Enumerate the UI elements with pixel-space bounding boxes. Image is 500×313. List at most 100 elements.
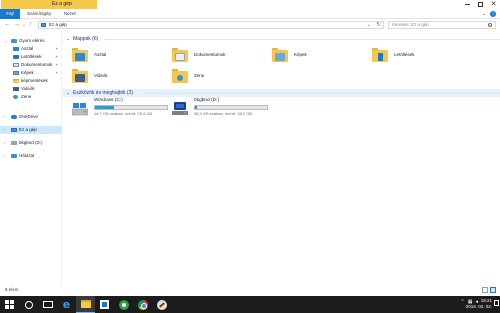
folder-desktop[interactable]: Asztal [68,46,164,66]
folder-documents[interactable]: Dokumentumok [168,46,264,66]
sidebar-item-music[interactable]: Zene [0,93,62,101]
chevron-down-icon[interactable]: ⌄ [4,37,7,45]
clock[interactable]: 19:21 2016. 02. 02. [466,298,492,310]
edge-browser-icon: e [62,298,71,311]
chevron-right-icon[interactable]: › [4,126,5,134]
address-dropdown-icon[interactable]: ⌄ [367,22,371,28]
sidebar-item-documents[interactable]: Dokumentumok ✦ [0,61,62,69]
taskbar-edge[interactable]: e [57,296,76,313]
chevron-down-icon[interactable]: ⌄ [66,35,70,43]
folder-music[interactable]: Zene [168,67,264,87]
help-icon[interactable]: ? [490,11,496,17]
forward-arrow-icon[interactable]: → [13,21,20,29]
back-arrow-icon[interactable]: ← [4,21,11,29]
drive-space-info: 18,7 GB szabad, méret: 25,4 GB [94,111,153,116]
drive-name: bkgbnd (D:) [194,98,220,103]
drive-usage-fill [195,106,198,109]
windows-logo-icon [5,300,14,309]
devices-group-header[interactable]: ⌄ Eszközök és meghajtók (2) [62,89,500,97]
search-input[interactable]: Keresés: Ez a gép [388,21,496,29]
address-bar[interactable]: Ez a gép ⌄ ↻ [38,21,384,29]
folder-videos[interactable]: Videók [68,67,164,87]
folder-label: Videók [94,73,108,78]
task-view-button[interactable] [38,296,57,313]
desktop-screen: Ez a gép ✕ Fájl Számítógép Nézet ⌄ ? ← →… [0,0,500,313]
chevron-down-icon[interactable]: ⌄ [66,89,70,97]
tab-view[interactable]: Nézet [64,9,76,19]
chevron-right-icon[interactable]: › [4,152,5,160]
chevron-right-icon[interactable]: › [4,139,5,147]
up-arrow-icon[interactable]: ↑ [29,21,33,29]
drive-space-info: 38,3 GB szabad, méret: 38,2 GB [194,111,253,116]
drive-icon [11,141,17,145]
taskbar-app[interactable] [152,296,171,313]
sidebar-item-onedrive[interactable]: › OneDrive [0,113,62,121]
drive-d[interactable]: bkgbnd (D:) 38,3 GB szabad, méret: 38,2 … [166,98,366,122]
sidebar-item-label: OneDrive [19,114,39,119]
sidebar-item-downloads[interactable]: Letöltések ✦ [0,53,62,61]
drive-name: Windows (C:) [94,98,123,103]
clock-date: 2016. 02. 02. [465,304,492,309]
media-player-icon [118,299,129,310]
group-title: Mappák (6) [73,36,99,42]
details-view-icon[interactable] [482,287,488,293]
music-folder-icon [172,69,188,83]
sidebar-item-quick-access[interactable]: ⌄ Gyors elérés [0,37,62,45]
search-button[interactable] [19,296,38,313]
address-path[interactable]: Ez a gép [49,22,67,28]
action-center-icon[interactable] [494,300,499,306]
music-icon [13,95,18,99]
ribbon-tabs: Fájl Számítógép Nézet ⌄ ? [0,9,500,19]
sidebar-item-videos[interactable]: Videók [0,85,62,93]
folder-pictures[interactable]: Képek [268,46,364,66]
file-explorer-icon [80,300,91,308]
pin-icon[interactable]: ✦ [55,53,58,61]
sidebar-item-screenshots[interactable]: képmentések [0,77,62,85]
store-icon [100,300,109,309]
taskbar-chrome[interactable] [133,296,152,313]
pin-icon[interactable]: ✦ [55,61,58,69]
tab-file[interactable]: Fájl [0,9,20,19]
pin-icon[interactable]: ✦ [55,69,58,77]
sidebar-item-desktop[interactable]: Asztal ✦ [0,45,62,53]
show-hidden-icons-icon[interactable]: ⌃ [461,299,465,305]
item-count: 8 elem [5,287,19,292]
tab-computer[interactable]: Számítógép [27,9,51,19]
recent-locations-icon[interactable]: ⌄ [22,21,26,29]
sidebar-item-label: képmentések [21,78,48,83]
sidebar-item-label: Hálózat [19,153,35,158]
desktop-folder-icon [72,48,88,62]
taskbar-store[interactable] [95,296,114,313]
document-icon [13,63,19,67]
minimize-button[interactable] [461,0,474,9]
close-button[interactable]: ✕ [487,0,500,9]
computer-icon [11,128,17,132]
folder-label: Letöltések [394,52,415,57]
sidebar-item-pictures[interactable]: Képek ✦ [0,69,62,77]
folders-group-header[interactable]: ⌄ Mappák (6) [62,35,500,43]
sidebar-item-this-pc[interactable]: › Ez a gép [0,126,62,134]
folder-icon [13,79,19,83]
folder-label: Zene [194,73,205,78]
documents-folder-icon [172,48,188,62]
maximize-button[interactable] [474,0,487,9]
folder-downloads[interactable]: Letöltések [368,46,464,66]
sidebar-item-drive-d[interactable]: › bkgbnd (D:) [0,139,62,147]
start-button[interactable] [0,296,19,313]
cloud-icon [11,115,17,119]
taskbar-file-explorer[interactable] [76,296,95,313]
chevron-right-icon[interactable]: › [4,113,5,121]
sidebar-item-label: bkgbnd (D:) [19,140,43,145]
drive-usage-fill [95,106,114,109]
download-icon [13,55,19,59]
videos-folder-icon [72,69,88,83]
pin-icon[interactable]: ✦ [55,45,58,53]
taskbar-media[interactable] [114,296,133,313]
video-icon [13,87,19,91]
app-icon [156,299,167,310]
sidebar-item-network[interactable]: › Hálózat [0,152,62,160]
expand-ribbon-icon[interactable]: ⌄ [482,11,486,17]
refresh-icon[interactable]: ↻ [376,22,381,28]
sidebar-item-label: Dokumentumok [21,62,53,67]
large-icons-view-icon[interactable] [490,287,496,293]
